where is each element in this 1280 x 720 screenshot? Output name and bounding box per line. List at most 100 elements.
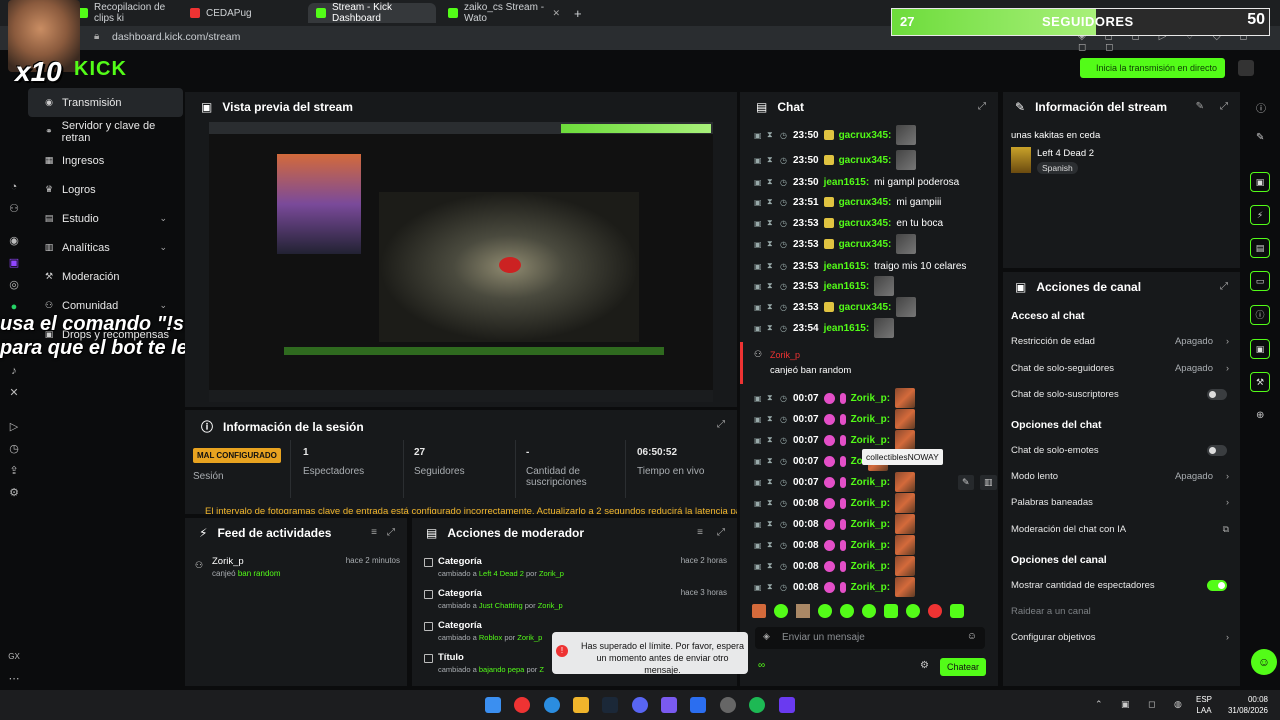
expand-icon[interactable]: ⤢	[1220, 281, 1228, 292]
pin-icon[interactable]: ▣	[754, 178, 762, 187]
kick-logo[interactable]: KICK	[74, 58, 127, 81]
chat-message[interactable]: ▣ ⧗ ◷ 00:07 Zorik_p:	[754, 409, 994, 429]
chat-username[interactable]: gacrux345:	[839, 155, 892, 166]
tiktok-icon[interactable]: ♪	[7, 364, 21, 378]
browser-tab-active[interactable]: Stream - Kick Dashboard	[308, 2, 436, 24]
steam-icon[interactable]	[602, 697, 618, 713]
x-icon[interactable]: ✕	[7, 386, 21, 400]
chat-message[interactable]: ▣ ⧗ ◷ 00:08 Zorik_p:	[754, 556, 994, 576]
edit-icon[interactable]: ✎	[1256, 132, 1264, 143]
chat-message[interactable]: ▣ ⧗ ◷ 23:53 gacrux345: en tu boca	[754, 213, 994, 233]
pin-icon[interactable]: ▣	[754, 499, 762, 508]
raid-channel-button[interactable]: Raidear a un canal	[1011, 601, 1231, 621]
app-icon[interactable]	[661, 697, 677, 713]
chat-username[interactable]: gacrux345:	[839, 302, 892, 313]
list-tool-icon[interactable]: ▤	[1250, 238, 1270, 258]
ban-icon[interactable]: ⧗	[767, 130, 775, 140]
url-text[interactable]: dashboard.kick.com/stream	[112, 31, 240, 43]
emotes-only-toggle[interactable]	[1207, 444, 1227, 456]
clock-icon[interactable]: ◷	[7, 442, 21, 456]
expand-icon[interactable]: ⤢	[1220, 101, 1228, 112]
chat-username[interactable]: Zorik_p:	[851, 519, 890, 530]
configure-goals-link[interactable]: Configurar objetivos ›	[1011, 627, 1231, 647]
show-viewers-toggle[interactable]	[1207, 579, 1227, 591]
ban-icon[interactable]: ⧗	[767, 414, 775, 424]
ban-icon[interactable]: ⧗	[767, 323, 775, 333]
chat-username[interactable]: jean1615:	[824, 281, 870, 292]
emote-icon[interactable]	[840, 604, 854, 618]
emote-bar[interactable]	[752, 604, 992, 620]
ban-icon[interactable]: ⧗	[767, 261, 775, 271]
browser-tab[interactable]: Recopilacion de clips ki	[70, 2, 178, 24]
send-chat-button[interactable]: Chatear	[940, 658, 986, 676]
pin-icon[interactable]: ▣	[754, 562, 762, 571]
pin-icon[interactable]: ▣	[754, 303, 762, 312]
close-tab-icon[interactable]: ✕	[552, 8, 560, 19]
avatar[interactable]	[1238, 60, 1254, 76]
expand-icon[interactable]: ⤢	[387, 527, 395, 538]
chat-message[interactable]: ▣ ⧗ ◷ 00:08 Zorik_p:	[754, 577, 994, 597]
ban-icon[interactable]: ⧗	[767, 393, 775, 403]
chat-message[interactable]: ▣ ⧗ ◷ 23:54 jean1615:	[754, 318, 994, 338]
plus-icon[interactable]: ⊕	[1256, 410, 1264, 421]
followers-only-select[interactable]: Chat de solo-seguidores Apagado ›	[1011, 358, 1231, 378]
wrench-tool-icon[interactable]: ⚒	[1250, 372, 1270, 392]
pin-icon[interactable]: ▣	[754, 415, 762, 424]
emoji-icon[interactable]: ☺	[967, 631, 977, 642]
emote-icon[interactable]	[862, 604, 876, 618]
ban-icon[interactable]: ⧗	[767, 281, 775, 291]
mod-action-user[interactable]: Zorik_p	[539, 569, 564, 578]
pin-icon[interactable]: ▣	[754, 324, 762, 333]
pin-icon[interactable]: ▣	[754, 262, 762, 271]
chat-username[interactable]: gacrux345:	[839, 130, 892, 141]
chat-message[interactable]: ▣ ⧗ ◷ 00:07 Zorik_p:	[754, 430, 994, 450]
mod-action-user[interactable]: Zorik_p	[538, 601, 563, 610]
ban-icon[interactable]: ⧗	[767, 456, 775, 466]
filter-icon[interactable]: ≡	[697, 527, 703, 538]
chat-message[interactable]: ▣ ⧗ ◷ 23:53 gacrux345:	[754, 234, 994, 254]
emote-icon[interactable]	[950, 604, 964, 618]
pin-icon[interactable]: ▣	[754, 478, 762, 487]
edge-icon[interactable]	[544, 697, 560, 713]
ban-icon[interactable]: ⧗	[767, 519, 775, 529]
chat-message[interactable]: ▣ ⧗ ◷ 23:51 gacrux345: mi gampiii	[754, 192, 994, 212]
chat-username[interactable]: Zorik_p:	[851, 477, 890, 488]
chat-message-list[interactable]: ▣ ⧗ ◷ 23:50 gacrux345: ▣ ⧗ ◷ 23:50 gacrux345: ▣ ⧗ ◷ 2…	[740, 92, 998, 686]
mod-action-user[interactable]: Zorik_p	[517, 633, 542, 642]
sidebar-item-servidor[interactable]: ⚭ Servidor y clave de retran	[28, 117, 183, 146]
edit-icon[interactable]: ✎	[958, 475, 974, 490]
chat-username[interactable]: jean1615:	[824, 177, 870, 188]
pin-icon[interactable]: ▣	[754, 541, 762, 550]
ban-icon[interactable]: ⧗	[767, 540, 775, 550]
chat-username[interactable]: Zorik_p:	[851, 498, 890, 509]
info-tool-icon[interactable]: ⓘ	[1250, 305, 1270, 325]
chat-username[interactable]: jean1615:	[824, 323, 870, 334]
chat-tool-icon[interactable]: ▭	[1250, 271, 1270, 291]
chat-message[interactable]: ▣ ⧗ ◷ 23:53 jean1615: traigo mis 10 celares	[754, 256, 994, 276]
infinity-icon[interactable]: ∞	[758, 660, 765, 671]
chat-message[interactable]: ▣ ⧗ ◷ 23:50 gacrux345:	[754, 125, 994, 145]
monitor-tool-icon[interactable]: ▣	[1250, 172, 1270, 192]
sidebar-item-analiticas[interactable]: ▥ Analíticas ⌄	[28, 233, 183, 262]
banned-words-link[interactable]: Palabras baneadas ›	[1011, 492, 1231, 512]
chat-username[interactable]: Zorik_p:	[851, 582, 890, 593]
chat-message[interactable]: ▣ ⧗ ◷ 23:53 gacrux345:	[754, 297, 994, 317]
go-live-button[interactable]: Inicia la transmisión en directo	[1080, 58, 1225, 78]
ban-icon[interactable]: ⧗	[767, 197, 775, 207]
ban-icon[interactable]: ⧗	[767, 155, 775, 165]
pin-icon[interactable]: ▣	[754, 219, 762, 228]
ai-moderation-link[interactable]: Moderación del chat con IA ⧉	[1011, 519, 1231, 539]
ban-icon[interactable]: ⧗	[767, 498, 775, 508]
new-tab-button[interactable]: +	[566, 3, 586, 23]
ban-icon[interactable]: ⧗	[767, 582, 775, 592]
app-icon[interactable]	[690, 697, 706, 713]
browser-tab[interactable]: zaiko_cs Stream - Wato ✕	[440, 2, 568, 24]
sidebar-item-ingresos[interactable]: ▦ Ingresos	[28, 146, 183, 175]
pin-icon[interactable]: ▣	[754, 240, 762, 249]
share-icon[interactable]: ⇪	[7, 464, 21, 478]
chat-username[interactable]: Zorik_p:	[851, 393, 890, 404]
emote-icon[interactable]	[774, 604, 788, 618]
chat-username[interactable]: gacrux345:	[839, 239, 892, 250]
chat-message[interactable]: ▣ ⧗ ◷ 23:50 jean1615: mi gampl poderosa	[754, 172, 994, 192]
pin-icon[interactable]: ▣	[754, 131, 762, 140]
